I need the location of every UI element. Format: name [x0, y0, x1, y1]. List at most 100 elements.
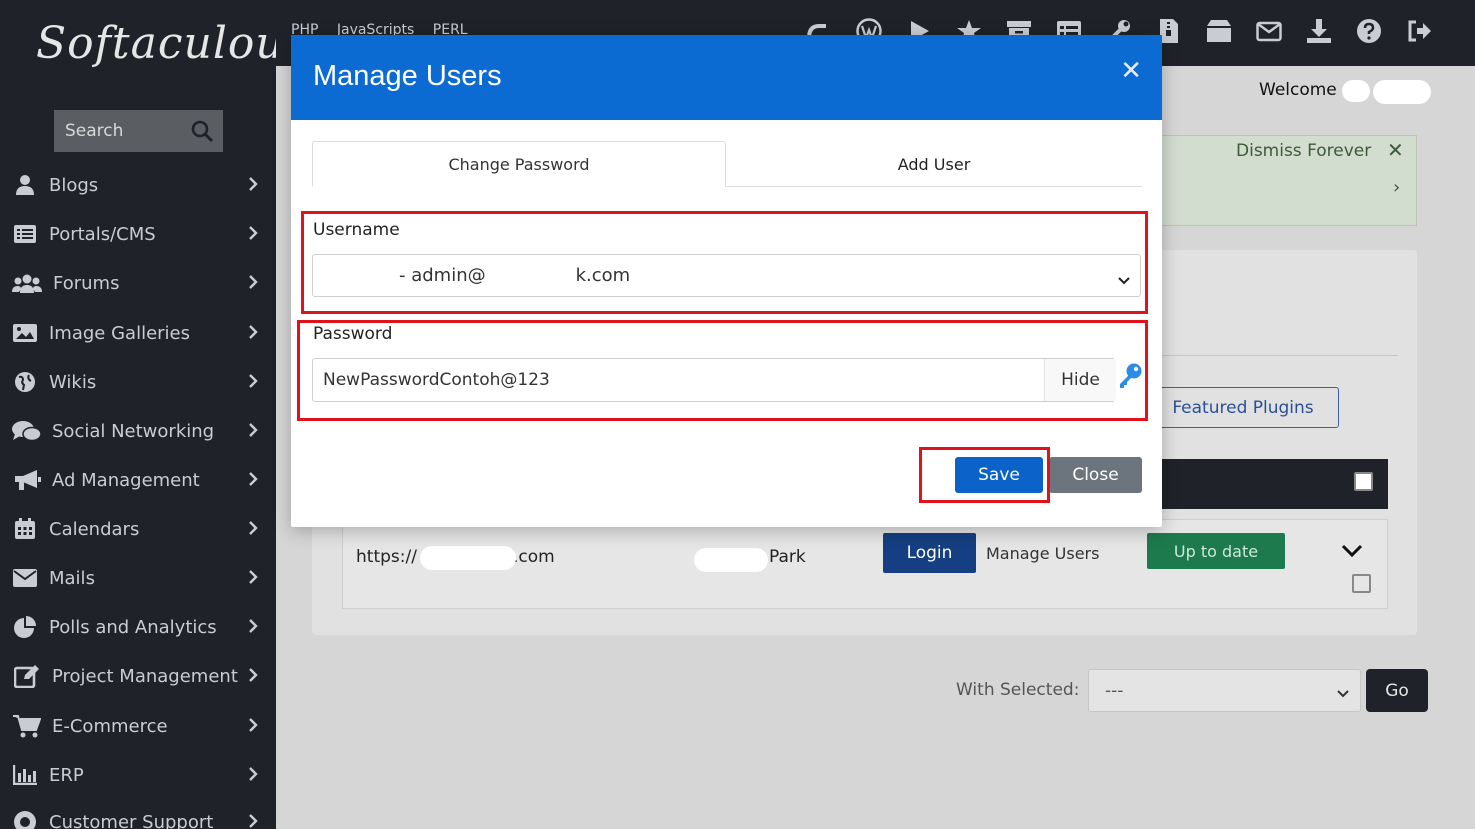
sidebar-item-label: ERP [49, 764, 84, 786]
cart-icon [12, 715, 41, 738]
sidebar-item-label: Portals/CMS [49, 223, 156, 245]
sidebar-item-label: Polls and Analytics [49, 616, 217, 638]
sidebar-item-mails[interactable]: Mails [0, 558, 276, 598]
sidebar-item-label: Forums [53, 272, 120, 294]
manage-users-link[interactable]: Manage Users [986, 544, 1099, 563]
envelope-icon [12, 567, 38, 589]
sidebar-item-portals-cms[interactable]: Portals/CMS [0, 214, 276, 254]
sidebar-item-label: Project Management [52, 665, 238, 687]
chevron-right-icon [248, 667, 258, 688]
list-icon [12, 223, 38, 245]
search-icon[interactable] [190, 119, 214, 148]
sidebar-item-calendars[interactable]: Calendars [0, 509, 276, 549]
sidebar-item-polls-and-analytics[interactable]: Polls and Analytics [0, 607, 276, 647]
manage-users-modal: Manage Users ✕ Change Password Add User … [291, 35, 1162, 527]
chevron-right-icon[interactable]: › [1393, 177, 1400, 198]
redaction-mark [1373, 80, 1431, 104]
chevron-down-icon[interactable] [1341, 543, 1363, 563]
password-label: Password [313, 324, 393, 344]
sidebar-item-erp[interactable]: ERP [0, 755, 276, 795]
edit-icon [12, 665, 41, 688]
save-button[interactable]: Save [955, 457, 1043, 493]
modal-title: Manage Users [313, 60, 502, 92]
sidebar-item-label: Social Networking [52, 420, 215, 442]
softaculous-logo[interactable]: Softaculous [36, 18, 308, 69]
chevron-right-icon [248, 422, 258, 443]
featured-plugins-button[interactable]: Featured Plugins [1147, 387, 1339, 428]
sidebar-item-customer-support[interactable]: Customer Support [0, 802, 276, 829]
chevron-right-icon [248, 471, 258, 492]
bar-chart-icon [12, 764, 38, 786]
sidebar: Softaculous Search Blogs Portals/CMS For… [0, 0, 307, 829]
sidebar-item-label: Image Galleries [49, 322, 191, 344]
chevron-right-icon [248, 274, 258, 295]
close-icon[interactable]: ✕ [1120, 56, 1142, 86]
chevron-right-icon [248, 813, 258, 829]
globe-icon [12, 371, 38, 393]
users-icon [12, 272, 42, 294]
sidebar-search[interactable]: Search [54, 110, 223, 152]
redaction-mark [694, 548, 768, 572]
chevron-right-icon [248, 176, 258, 197]
sidebar-item-image-galleries[interactable]: Image Galleries [0, 313, 276, 353]
modal-header: Manage Users ✕ [291, 35, 1162, 120]
chevron-right-icon [248, 225, 258, 246]
username-label: Username [313, 220, 400, 240]
password-input[interactable]: NewPasswordContoh@123 Hide [312, 358, 1116, 402]
redaction-mark [1342, 80, 1370, 102]
search-placeholder: Search [65, 121, 124, 141]
chevron-right-icon [248, 324, 258, 345]
sidebar-item-social-networking[interactable]: Social Networking [0, 411, 276, 451]
bullhorn-icon [12, 469, 41, 491]
close-button[interactable]: Close [1049, 457, 1142, 493]
sidebar-item-label: Wikis [49, 371, 97, 393]
modal-tabs: Change Password Add User [312, 141, 1142, 187]
chevron-down-icon [1117, 270, 1131, 291]
sidebar-item-wikis[interactable]: Wikis [0, 362, 276, 402]
comments-icon [12, 420, 41, 442]
sidebar-item-blogs[interactable]: Blogs [0, 165, 276, 205]
select-all-checkbox[interactable] [1354, 472, 1373, 491]
with-selected-dropdown[interactable]: --- [1088, 669, 1361, 712]
login-button[interactable]: Login [883, 533, 976, 573]
key-icon[interactable] [1117, 362, 1143, 394]
tab-add-user[interactable]: Add User [726, 141, 1142, 187]
dismiss-close-icon[interactable]: ✕ [1387, 138, 1404, 162]
help-icon[interactable] [1356, 18, 1382, 44]
go-button[interactable]: Go [1366, 669, 1428, 712]
hide-password-button[interactable]: Hide [1044, 359, 1116, 401]
sidebar-item-forums[interactable]: Forums [0, 263, 276, 303]
sidebar-item-label: Mails [49, 567, 95, 589]
sidebar-item-project-management[interactable]: Project Management [0, 656, 276, 696]
sidebar-item-label: E-Commerce [52, 715, 168, 737]
sidebar-item-e-commerce[interactable]: E-Commerce [0, 706, 276, 746]
divider [1160, 355, 1398, 356]
row-checkbox[interactable] [1352, 574, 1371, 593]
sidebar-item-ad-management[interactable]: Ad Management [0, 460, 276, 500]
user-icon [12, 174, 38, 196]
dismiss-forever-link[interactable]: Dismiss Forever [1236, 141, 1371, 161]
sidebar-item-label: Ad Management [52, 469, 200, 491]
with-selected-label: With Selected: [956, 680, 1080, 700]
chevron-right-icon [248, 766, 258, 787]
installation-name: Park [769, 547, 806, 567]
pie-chart-icon [12, 616, 38, 638]
redaction-mark [420, 546, 516, 570]
support-icon [12, 811, 38, 829]
box-icon[interactable] [1206, 18, 1232, 44]
sidebar-item-label: Blogs [49, 174, 99, 196]
chevron-right-icon [248, 717, 258, 738]
envelope-icon[interactable] [1256, 18, 1282, 44]
chevron-right-icon [248, 569, 258, 590]
sidebar-item-label: Calendars [49, 518, 140, 540]
sidebar-item-label: Customer Support [49, 811, 214, 829]
status-badge: Up to date [1147, 533, 1285, 569]
download-icon[interactable] [1306, 18, 1332, 44]
calendar-icon [12, 518, 38, 540]
image-icon [12, 322, 38, 344]
logout-icon[interactable] [1406, 18, 1432, 44]
username-select[interactable]: - admin@ k.com [312, 254, 1141, 297]
chevron-down-icon [1336, 684, 1350, 704]
tab-change-password[interactable]: Change Password [312, 141, 726, 187]
chevron-right-icon [248, 373, 258, 394]
